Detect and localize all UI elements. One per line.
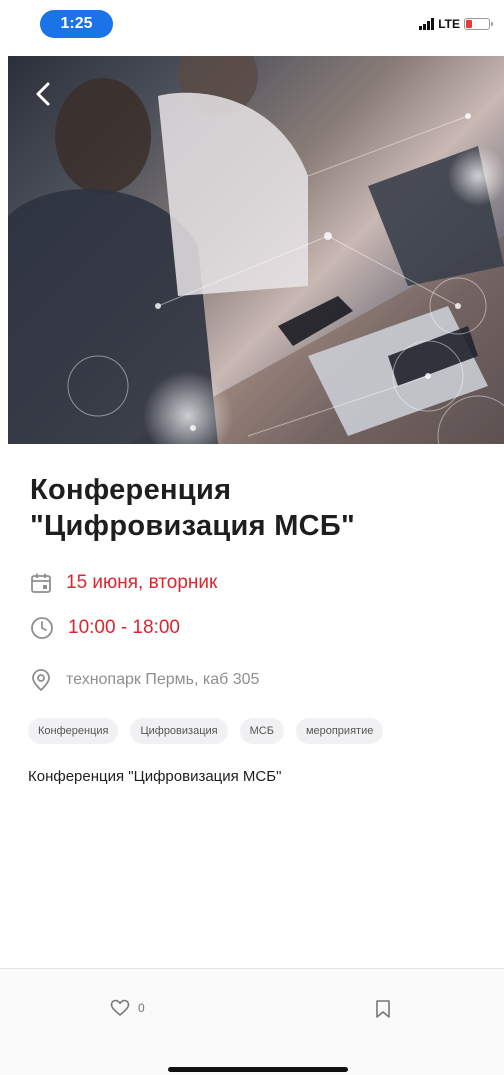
chevron-left-icon bbox=[36, 82, 50, 106]
event-cover-image bbox=[8, 56, 504, 444]
event-date-text: 15 июня, вторник bbox=[66, 572, 218, 593]
event-location: технопарк Пермь, каб 305 bbox=[30, 668, 259, 692]
status-time: 1:25 bbox=[40, 10, 113, 38]
clock-icon bbox=[31, 617, 53, 639]
home-indicator[interactable] bbox=[168, 1067, 348, 1072]
bookmark-icon bbox=[376, 1000, 390, 1018]
cover-illustration bbox=[8, 56, 504, 444]
heart-icon bbox=[110, 999, 130, 1016]
network-type: LTE bbox=[438, 17, 460, 31]
event-date: 15 июня, вторник bbox=[30, 572, 217, 594]
battery-level bbox=[466, 20, 472, 28]
event-location-text: технопарк Пермь, каб 305 bbox=[66, 671, 260, 688]
battery-icon bbox=[464, 18, 493, 30]
location-pin-icon bbox=[32, 669, 50, 692]
like-button[interactable]: 0 bbox=[110, 999, 145, 1017]
status-bar: 1:25 LTE bbox=[0, 0, 504, 50]
tag-list: Конференция Цифровизация МСБ мероприятие bbox=[28, 718, 384, 744]
tag-chip[interactable]: Конференция bbox=[28, 718, 119, 744]
tag-chip[interactable]: мероприятие bbox=[295, 718, 384, 744]
event-time: 10:00 - 18:00 bbox=[30, 616, 180, 640]
status-indicators: LTE bbox=[419, 14, 493, 34]
event-title-line-2: "Цифровизация МСБ" bbox=[30, 510, 356, 542]
bottom-action-bar: 0 bbox=[0, 968, 504, 1075]
event-title: Конференция "Цифровизация МСБ" bbox=[30, 472, 470, 544]
event-title-line-1: Конференция bbox=[30, 474, 232, 506]
event-time-text: 10:00 - 18:00 bbox=[68, 617, 180, 638]
back-button[interactable] bbox=[30, 76, 58, 112]
bookmark-button[interactable] bbox=[375, 999, 391, 1024]
tag-chip[interactable]: МСБ bbox=[239, 718, 284, 744]
event-description: Конференция "Цифровизация МСБ" bbox=[28, 768, 282, 785]
calendar-icon bbox=[31, 573, 51, 593]
signal-icon bbox=[419, 18, 435, 30]
like-count: 0 bbox=[138, 1001, 145, 1015]
tag-chip[interactable]: Цифровизация bbox=[130, 718, 228, 744]
